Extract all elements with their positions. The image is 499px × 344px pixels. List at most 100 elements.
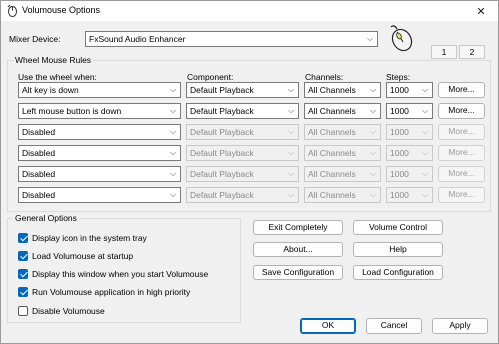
load-configuration-button[interactable]: Load Configuration [353, 265, 443, 280]
rule-wheel-select[interactable]: Left mouse button is down ⌵ [18, 103, 181, 119]
about-button[interactable]: About... [253, 242, 343, 257]
rule-wheel-select-value: Disabled [22, 127, 56, 137]
chevron-down-icon: ⌵ [169, 85, 177, 94]
rule-more-button: More... [438, 187, 485, 203]
volume-control-button[interactable]: Volume Control [353, 220, 443, 235]
chevron-down-icon: ⌵ [287, 190, 295, 199]
rule-channels-select-value: All Channels [308, 190, 356, 200]
title-bar: Volumouse Options ✕ [1, 1, 498, 21]
rule-more-button[interactable]: More... [438, 103, 485, 119]
apply-button[interactable]: Apply [432, 318, 488, 334]
mixer-device-value: FxSound Audio Enhancer [89, 34, 186, 44]
tab-2[interactable]: 2 [459, 45, 485, 59]
chevron-down-icon: ⌵ [421, 190, 429, 199]
ok-button[interactable]: OK [300, 318, 356, 334]
chevron-down-icon: ⌵ [169, 148, 177, 157]
rule-component-select[interactable]: Default Playback ⌵ [186, 82, 299, 98]
chevron-down-icon: ⌵ [421, 85, 429, 94]
chevron-down-icon: ⌵ [169, 169, 177, 178]
rule-steps-select[interactable]: 1000 ⌵ [386, 82, 433, 98]
chevron-down-icon: ⌵ [369, 127, 377, 136]
rule-channels-select-value: All Channels [308, 106, 356, 116]
header-component: Component: [187, 72, 234, 82]
cancel-button[interactable]: Cancel [366, 318, 422, 334]
rule-channels-select-value: All Channels [308, 148, 356, 158]
rule-wheel-select[interactable]: Disabled ⌵ [18, 124, 181, 140]
header-steps: Steps: [386, 72, 411, 82]
chevron-down-icon: ⌵ [169, 106, 177, 115]
general-option-label[interactable]: Disable Volumouse [32, 306, 105, 316]
rule-component-select[interactable]: Default Playback ⌵ [186, 103, 299, 119]
rule-component-select-value: Default Playback [190, 148, 254, 158]
rule-channels-select-value: All Channels [308, 127, 356, 137]
general-option-label[interactable]: Display icon in the system tray [32, 233, 147, 243]
chevron-down-icon: ⌵ [287, 127, 295, 136]
general-option-label[interactable]: Load Volumouse at startup [32, 251, 133, 261]
app-mouse-icon [7, 4, 17, 17]
rule-steps-select-value: 1000 [390, 85, 409, 95]
rule-more-button: More... [438, 166, 485, 182]
help-button[interactable]: Help [353, 242, 443, 257]
general-option-checkbox[interactable] [18, 233, 28, 243]
header-channels: Channels: [305, 72, 344, 82]
chevron-down-icon: ⌵ [421, 127, 429, 136]
chevron-down-icon: ⌵ [287, 148, 295, 157]
rule-channels-select: All Channels ⌵ [304, 124, 381, 140]
general-option-label[interactable]: Display this window when you start Volum… [32, 269, 208, 279]
rule-more-button: More... [438, 145, 485, 161]
rule-channels-select[interactable]: All Channels ⌵ [304, 103, 381, 119]
chevron-down-icon: ⌵ [421, 148, 429, 157]
rule-wheel-select[interactable]: Disabled ⌵ [18, 166, 181, 182]
rule-component-select: Default Playback ⌵ [186, 187, 299, 203]
rule-wheel-select[interactable]: Alt key is down ⌵ [18, 82, 181, 98]
chevron-down-icon: ⌵ [369, 85, 377, 94]
rule-wheel-select-value: Left mouse button is down [22, 106, 122, 116]
rule-more-button[interactable]: More... [438, 82, 485, 98]
rule-more-button: More... [438, 124, 485, 140]
general-option-label[interactable]: Run Volumouse application in high priori… [32, 287, 190, 297]
general-option-checkbox[interactable] [18, 287, 28, 297]
rule-component-select: Default Playback ⌵ [186, 124, 299, 140]
rule-wheel-select-value: Disabled [22, 190, 56, 200]
mixer-device-select[interactable]: FxSound Audio Enhancer ⌵ [85, 31, 378, 47]
rule-steps-select-value: 1000 [390, 190, 409, 200]
rule-steps-select-value: 1000 [390, 148, 409, 158]
rule-channels-select-value: All Channels [308, 85, 356, 95]
rule-component-select-value: Default Playback [190, 190, 254, 200]
general-option-checkbox[interactable] [18, 269, 28, 279]
general-options-title: General Options [13, 213, 79, 223]
chevron-down-icon: ⌵ [169, 127, 177, 136]
rule-steps-select-value: 1000 [390, 106, 409, 116]
chevron-down-icon: ⌵ [287, 169, 295, 178]
rule-wheel-select-value: Alt key is down [22, 85, 79, 95]
general-option-checkbox[interactable] [18, 251, 28, 261]
rule-wheel-select-value: Disabled [22, 169, 56, 179]
rule-component-select-value: Default Playback [190, 127, 254, 137]
exit-completely-button[interactable]: Exit Completely [253, 220, 343, 235]
dialog-body: Mixer Device: FxSound Audio Enhancer ⌵ 1… [1, 21, 498, 343]
rule-component-select: Default Playback ⌵ [186, 166, 299, 182]
chevron-down-icon: ⌵ [421, 169, 429, 178]
close-icon: ✕ [476, 5, 486, 18]
chevron-down-icon: ⌵ [369, 169, 377, 178]
save-configuration-button[interactable]: Save Configuration [253, 265, 343, 280]
rule-steps-select-value: 1000 [390, 169, 409, 179]
chevron-down-icon: ⌵ [421, 106, 429, 115]
wheel-mouse-rules-title: Wheel Mouse Rules [13, 55, 94, 65]
rule-component-select-value: Default Playback [190, 106, 254, 116]
chevron-down-icon: ⌵ [169, 190, 177, 199]
chevron-down-icon: ⌵ [366, 34, 374, 43]
rule-steps-select: 1000 ⌵ [386, 187, 433, 203]
chevron-down-icon: ⌵ [369, 106, 377, 115]
mouse-illustration-icon [390, 25, 413, 52]
general-option-checkbox[interactable] [18, 306, 28, 316]
rule-steps-select-value: 1000 [390, 127, 409, 137]
tab-1[interactable]: 1 [431, 45, 457, 59]
rule-wheel-select[interactable]: Disabled ⌵ [18, 145, 181, 161]
close-button[interactable]: ✕ [464, 1, 498, 21]
rule-channels-select[interactable]: All Channels ⌵ [304, 82, 381, 98]
rule-steps-select[interactable]: 1000 ⌵ [386, 103, 433, 119]
options-window: Volumouse Options ✕ Mixer Device: FxSoun… [0, 0, 499, 344]
rule-steps-select: 1000 ⌵ [386, 145, 433, 161]
rule-wheel-select[interactable]: Disabled ⌵ [18, 187, 181, 203]
